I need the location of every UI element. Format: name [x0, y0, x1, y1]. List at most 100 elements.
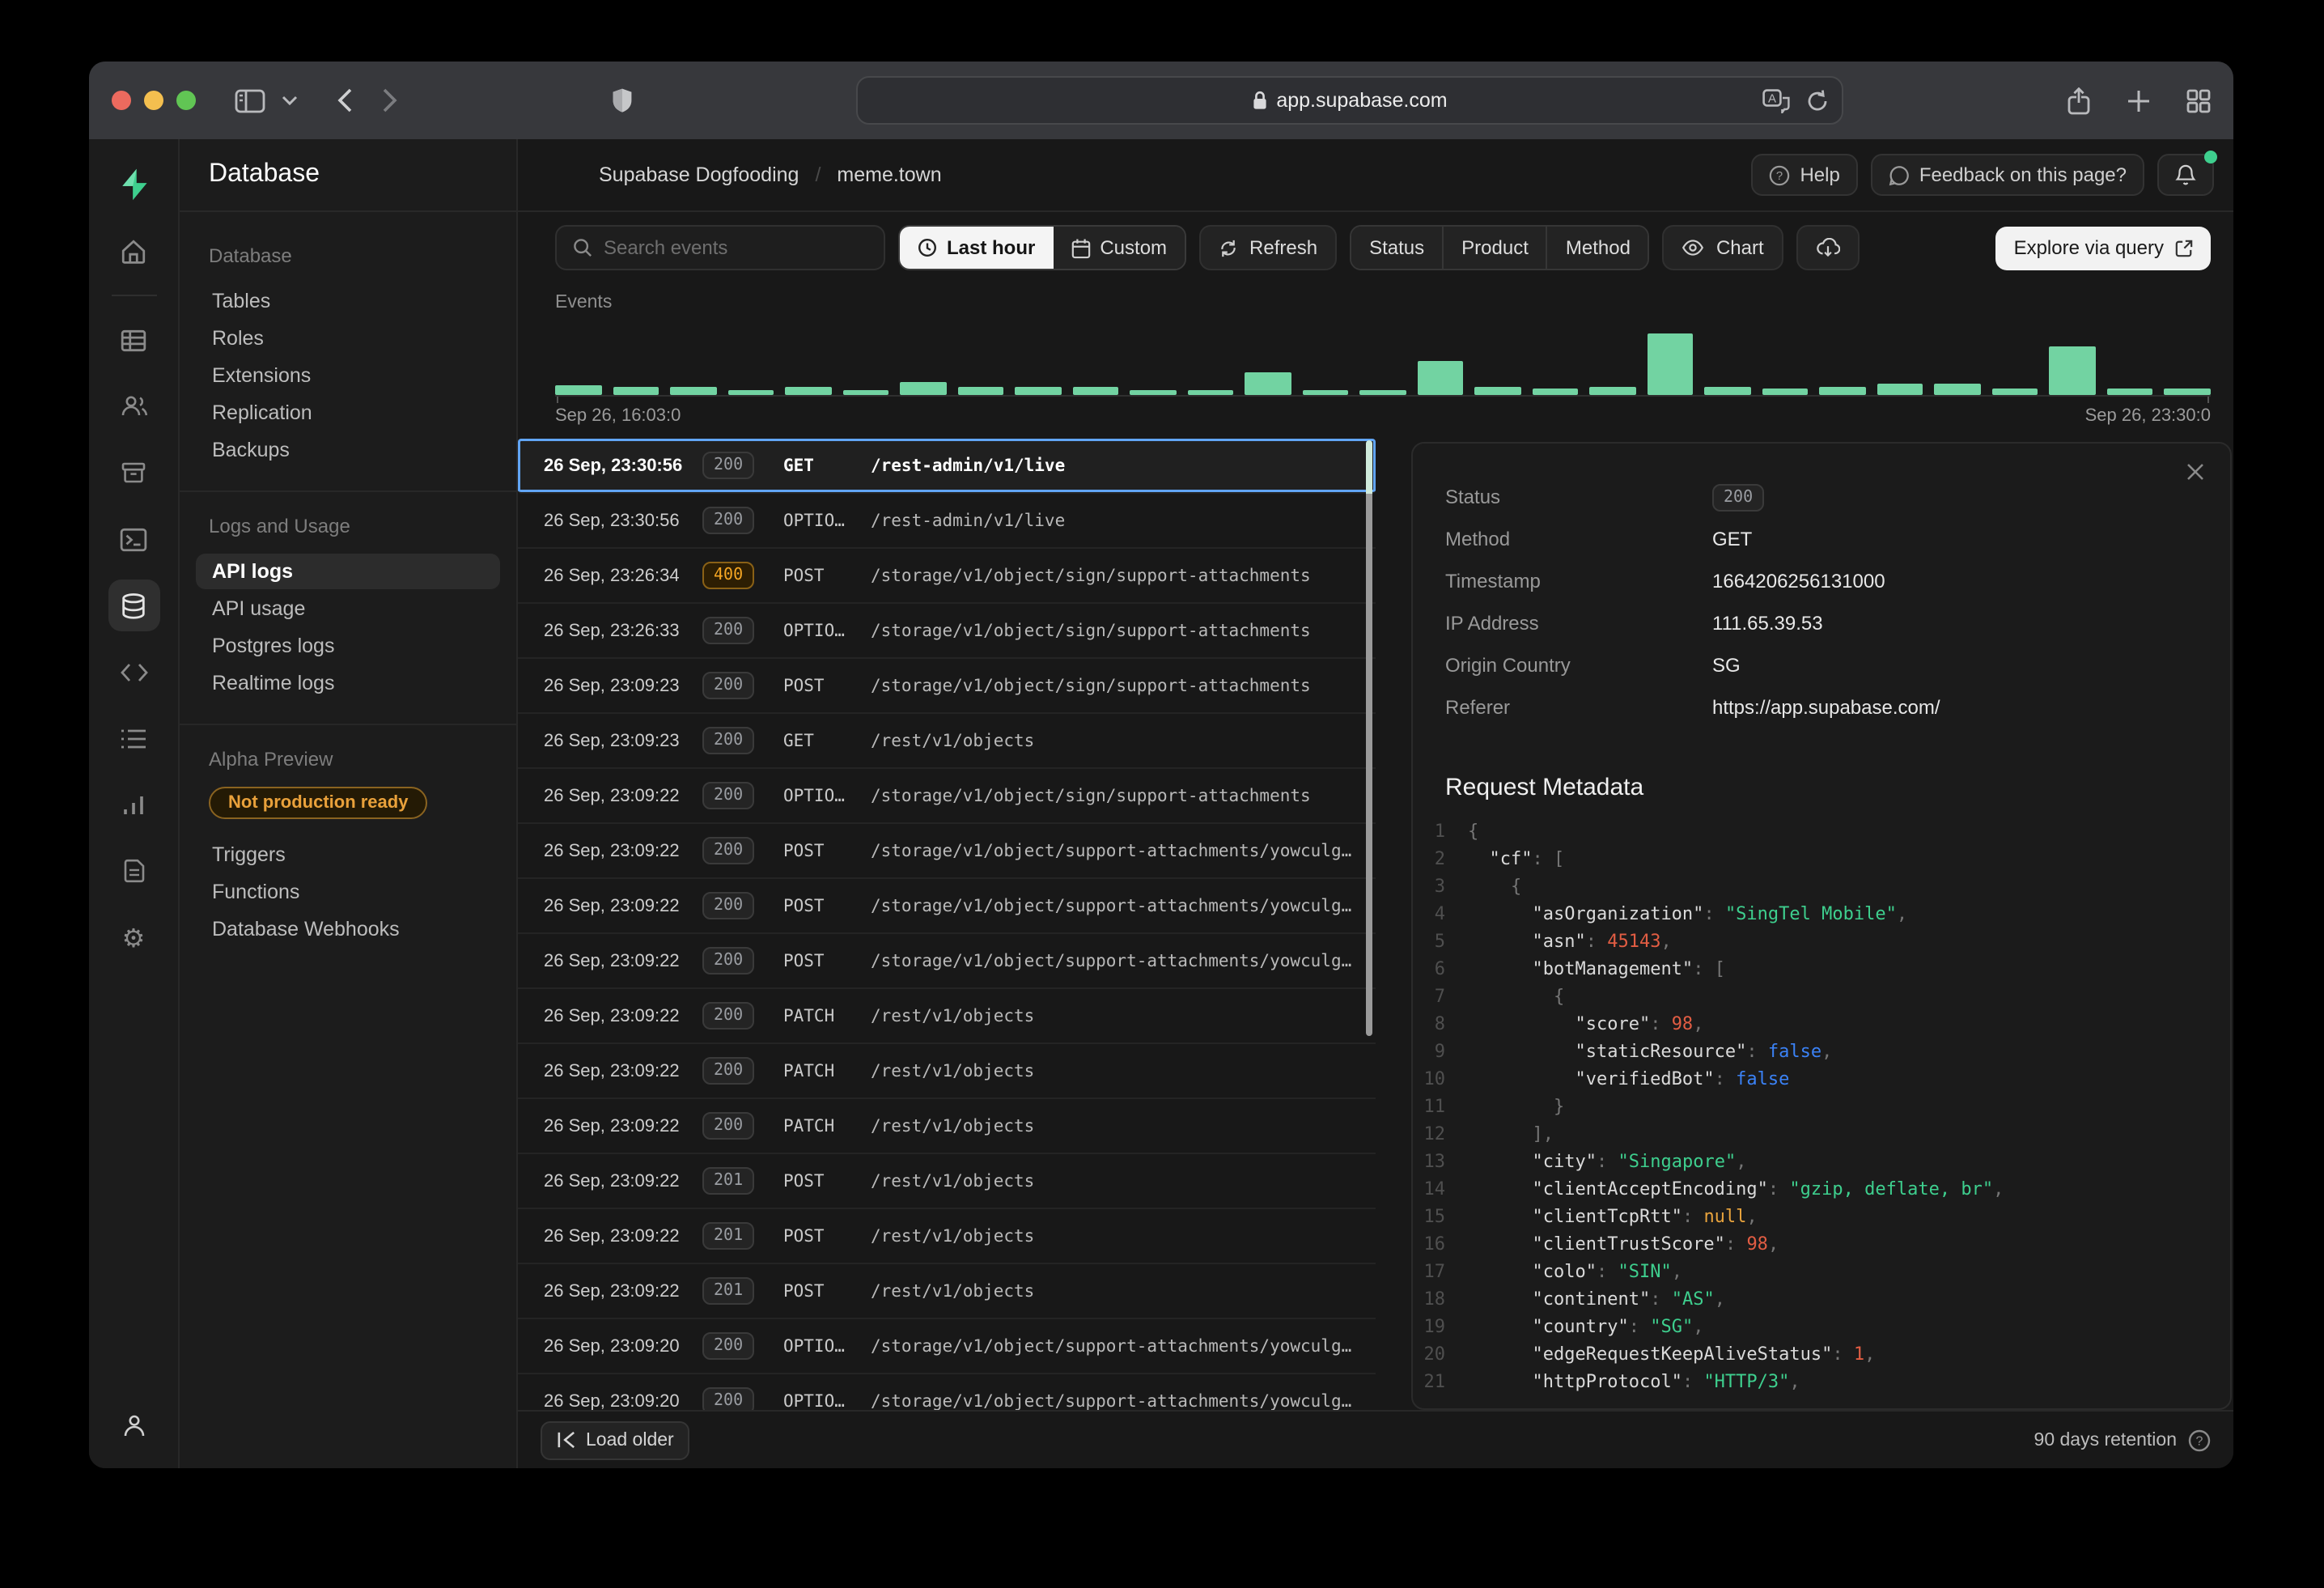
zoom-window-button[interactable]	[176, 91, 196, 110]
sidebar-item-roles[interactable]: Roles	[196, 321, 500, 356]
sql-editor-icon[interactable]	[108, 513, 159, 565]
chart-bar[interactable]	[1648, 333, 1694, 395]
chart-bar[interactable]	[2165, 389, 2211, 395]
log-row[interactable]: 26 Sep, 23:30:56200GET/rest-admin/v1/liv…	[518, 439, 1376, 494]
question-circle-icon[interactable]: ?	[2188, 1429, 2211, 1451]
log-row[interactable]: 26 Sep, 23:09:22200POST/storage/v1/objec…	[518, 934, 1376, 989]
chart-bar[interactable]	[1590, 387, 1636, 395]
sidebar-item-replication[interactable]: Replication	[196, 395, 500, 431]
chart-bar[interactable]	[1245, 372, 1291, 395]
notifications-button[interactable]	[2157, 154, 2214, 196]
chart-bar[interactable]	[957, 387, 1003, 395]
chart-bar[interactable]	[1992, 389, 2038, 395]
chart-bar[interactable]	[1705, 387, 1751, 395]
filter-method-button[interactable]: Method	[1546, 227, 1648, 269]
storage-icon[interactable]	[108, 447, 159, 499]
chart-bar[interactable]	[1762, 389, 1809, 395]
log-row[interactable]: 26 Sep, 23:09:20200OPTIO…/storage/v1/obj…	[518, 1374, 1376, 1410]
table-editor-icon[interactable]	[108, 314, 159, 366]
chart-bar[interactable]	[670, 387, 716, 395]
search-input[interactable]: Search events	[555, 225, 885, 270]
sidebar-item-postgres-logs[interactable]: Postgres logs	[196, 628, 500, 664]
chart-bar[interactable]	[842, 390, 888, 395]
download-button[interactable]	[1796, 225, 1860, 270]
sidebar-item-api-logs[interactable]: API logs	[196, 554, 500, 589]
chart-bar[interactable]	[613, 387, 659, 395]
back-button[interactable]	[337, 87, 353, 113]
log-row[interactable]: 26 Sep, 23:09:22200POST/storage/v1/objec…	[518, 879, 1376, 934]
sidebar-item-api-usage[interactable]: API usage	[196, 591, 500, 626]
log-row[interactable]: 26 Sep, 23:09:22200PATCH/rest/v1/objects	[518, 989, 1376, 1044]
metadata-code-block[interactable]: 1{2 "cf": [3 {4 "asOrganization": "SingT…	[1413, 817, 2230, 1408]
chart-bar[interactable]	[785, 387, 831, 395]
chart-bar[interactable]	[1475, 387, 1521, 395]
log-row[interactable]: 26 Sep, 23:09:23200GET/rest/v1/objects	[518, 714, 1376, 769]
chart-bar[interactable]	[1187, 390, 1233, 395]
sidebar-item-extensions[interactable]: Extensions	[196, 358, 500, 393]
close-window-button[interactable]	[112, 91, 131, 110]
log-row[interactable]: 26 Sep, 23:09:22201POST/rest/v1/objects	[518, 1209, 1376, 1264]
log-row[interactable]: 26 Sep, 23:09:20200OPTIO…/storage/v1/obj…	[518, 1319, 1376, 1374]
list-scrollbar-thumb[interactable]	[1366, 440, 1372, 1036]
close-panel-button[interactable]	[2186, 463, 2204, 481]
address-bar[interactable]: app.supabase.com A	[856, 76, 1843, 125]
edge-functions-icon[interactable]	[108, 646, 159, 698]
filter-status-button[interactable]: Status	[1351, 227, 1442, 269]
log-row[interactable]: 26 Sep, 23:09:22200POST/storage/v1/objec…	[518, 824, 1376, 879]
chart-bar[interactable]	[1820, 387, 1866, 395]
sidebar-item-functions[interactable]: Functions	[196, 874, 500, 910]
breadcrumb-item[interactable]: Supabase Dogfooding	[599, 163, 799, 186]
reports-chart-icon[interactable]	[108, 779, 159, 830]
log-row[interactable]: 26 Sep, 23:30:56200OPTIO…/rest-admin/v1/…	[518, 494, 1376, 549]
log-row[interactable]: 26 Sep, 23:26:33200OPTIO…/storage/v1/obj…	[518, 604, 1376, 659]
log-row[interactable]: 26 Sep, 23:09:22200PATCH/rest/v1/objects	[518, 1044, 1376, 1099]
logs-list-icon[interactable]	[108, 712, 159, 764]
auth-users-icon[interactable]	[108, 380, 159, 432]
minimize-window-button[interactable]	[144, 91, 163, 110]
chart-toggle-button[interactable]: Chart	[1663, 225, 1783, 270]
shield-icon[interactable]	[612, 87, 633, 113]
chart-bar[interactable]	[1359, 390, 1406, 395]
log-row[interactable]: 26 Sep, 23:09:22200PATCH/rest/v1/objects	[518, 1099, 1376, 1154]
settings-gear-icon[interactable]: ⚙	[108, 911, 159, 963]
sidebar-item-tables[interactable]: Tables	[196, 283, 500, 319]
last-hour-button[interactable]: Last hour	[900, 227, 1053, 269]
log-row[interactable]: 26 Sep, 23:09:22201POST/rest/v1/objects	[518, 1154, 1376, 1209]
reload-icon[interactable]	[1806, 88, 1829, 113]
breadcrumb-item[interactable]: meme.town	[837, 163, 941, 186]
chart-bar[interactable]	[1015, 387, 1061, 395]
chart-bar[interactable]	[1533, 389, 1579, 395]
chart-bar[interactable]	[1417, 361, 1463, 395]
sidebar-item-triggers[interactable]: Triggers	[196, 837, 500, 873]
sidebar-item-realtime-logs[interactable]: Realtime logs	[196, 665, 500, 701]
chart-bar[interactable]	[2107, 389, 2153, 395]
log-row[interactable]: 26 Sep, 23:09:23200POST/storage/v1/objec…	[518, 659, 1376, 714]
explore-via-query-button[interactable]: Explore via query	[1996, 226, 2211, 270]
translate-icon[interactable]: A	[1762, 88, 1790, 113]
chart-bar[interactable]	[1302, 390, 1348, 395]
custom-range-button[interactable]: Custom	[1053, 227, 1185, 269]
chart-bar[interactable]	[900, 382, 946, 395]
sidebar-toggle-icon[interactable]	[235, 88, 265, 113]
supabase-logo-icon[interactable]	[108, 159, 159, 210]
tab-overview-icon[interactable]	[2186, 88, 2211, 113]
docs-file-icon[interactable]	[108, 845, 159, 897]
home-icon[interactable]	[108, 225, 159, 277]
new-tab-icon[interactable]	[2127, 88, 2151, 113]
log-row[interactable]: 26 Sep, 23:26:34400POST/storage/v1/objec…	[518, 549, 1376, 604]
chevron-down-icon[interactable]	[282, 96, 298, 105]
chart-bar[interactable]	[1935, 384, 1981, 395]
share-icon[interactable]	[2067, 87, 2091, 114]
forward-button[interactable]	[382, 87, 398, 113]
account-user-icon[interactable]	[108, 1400, 159, 1452]
chart-bar[interactable]	[1130, 390, 1176, 395]
chart-bar[interactable]	[555, 385, 601, 395]
sidebar-item-database-webhooks[interactable]: Database Webhooks	[196, 911, 500, 947]
sidebar-item-backups[interactable]: Backups	[196, 432, 500, 468]
database-icon[interactable]	[108, 580, 159, 631]
refresh-button[interactable]: Refresh	[1199, 225, 1337, 270]
chart-bar[interactable]	[727, 390, 774, 395]
help-button[interactable]: ? Help	[1751, 154, 1857, 196]
filter-product-button[interactable]: Product	[1442, 227, 1546, 269]
log-row[interactable]: 26 Sep, 23:09:22201POST/rest/v1/objects	[518, 1264, 1376, 1319]
